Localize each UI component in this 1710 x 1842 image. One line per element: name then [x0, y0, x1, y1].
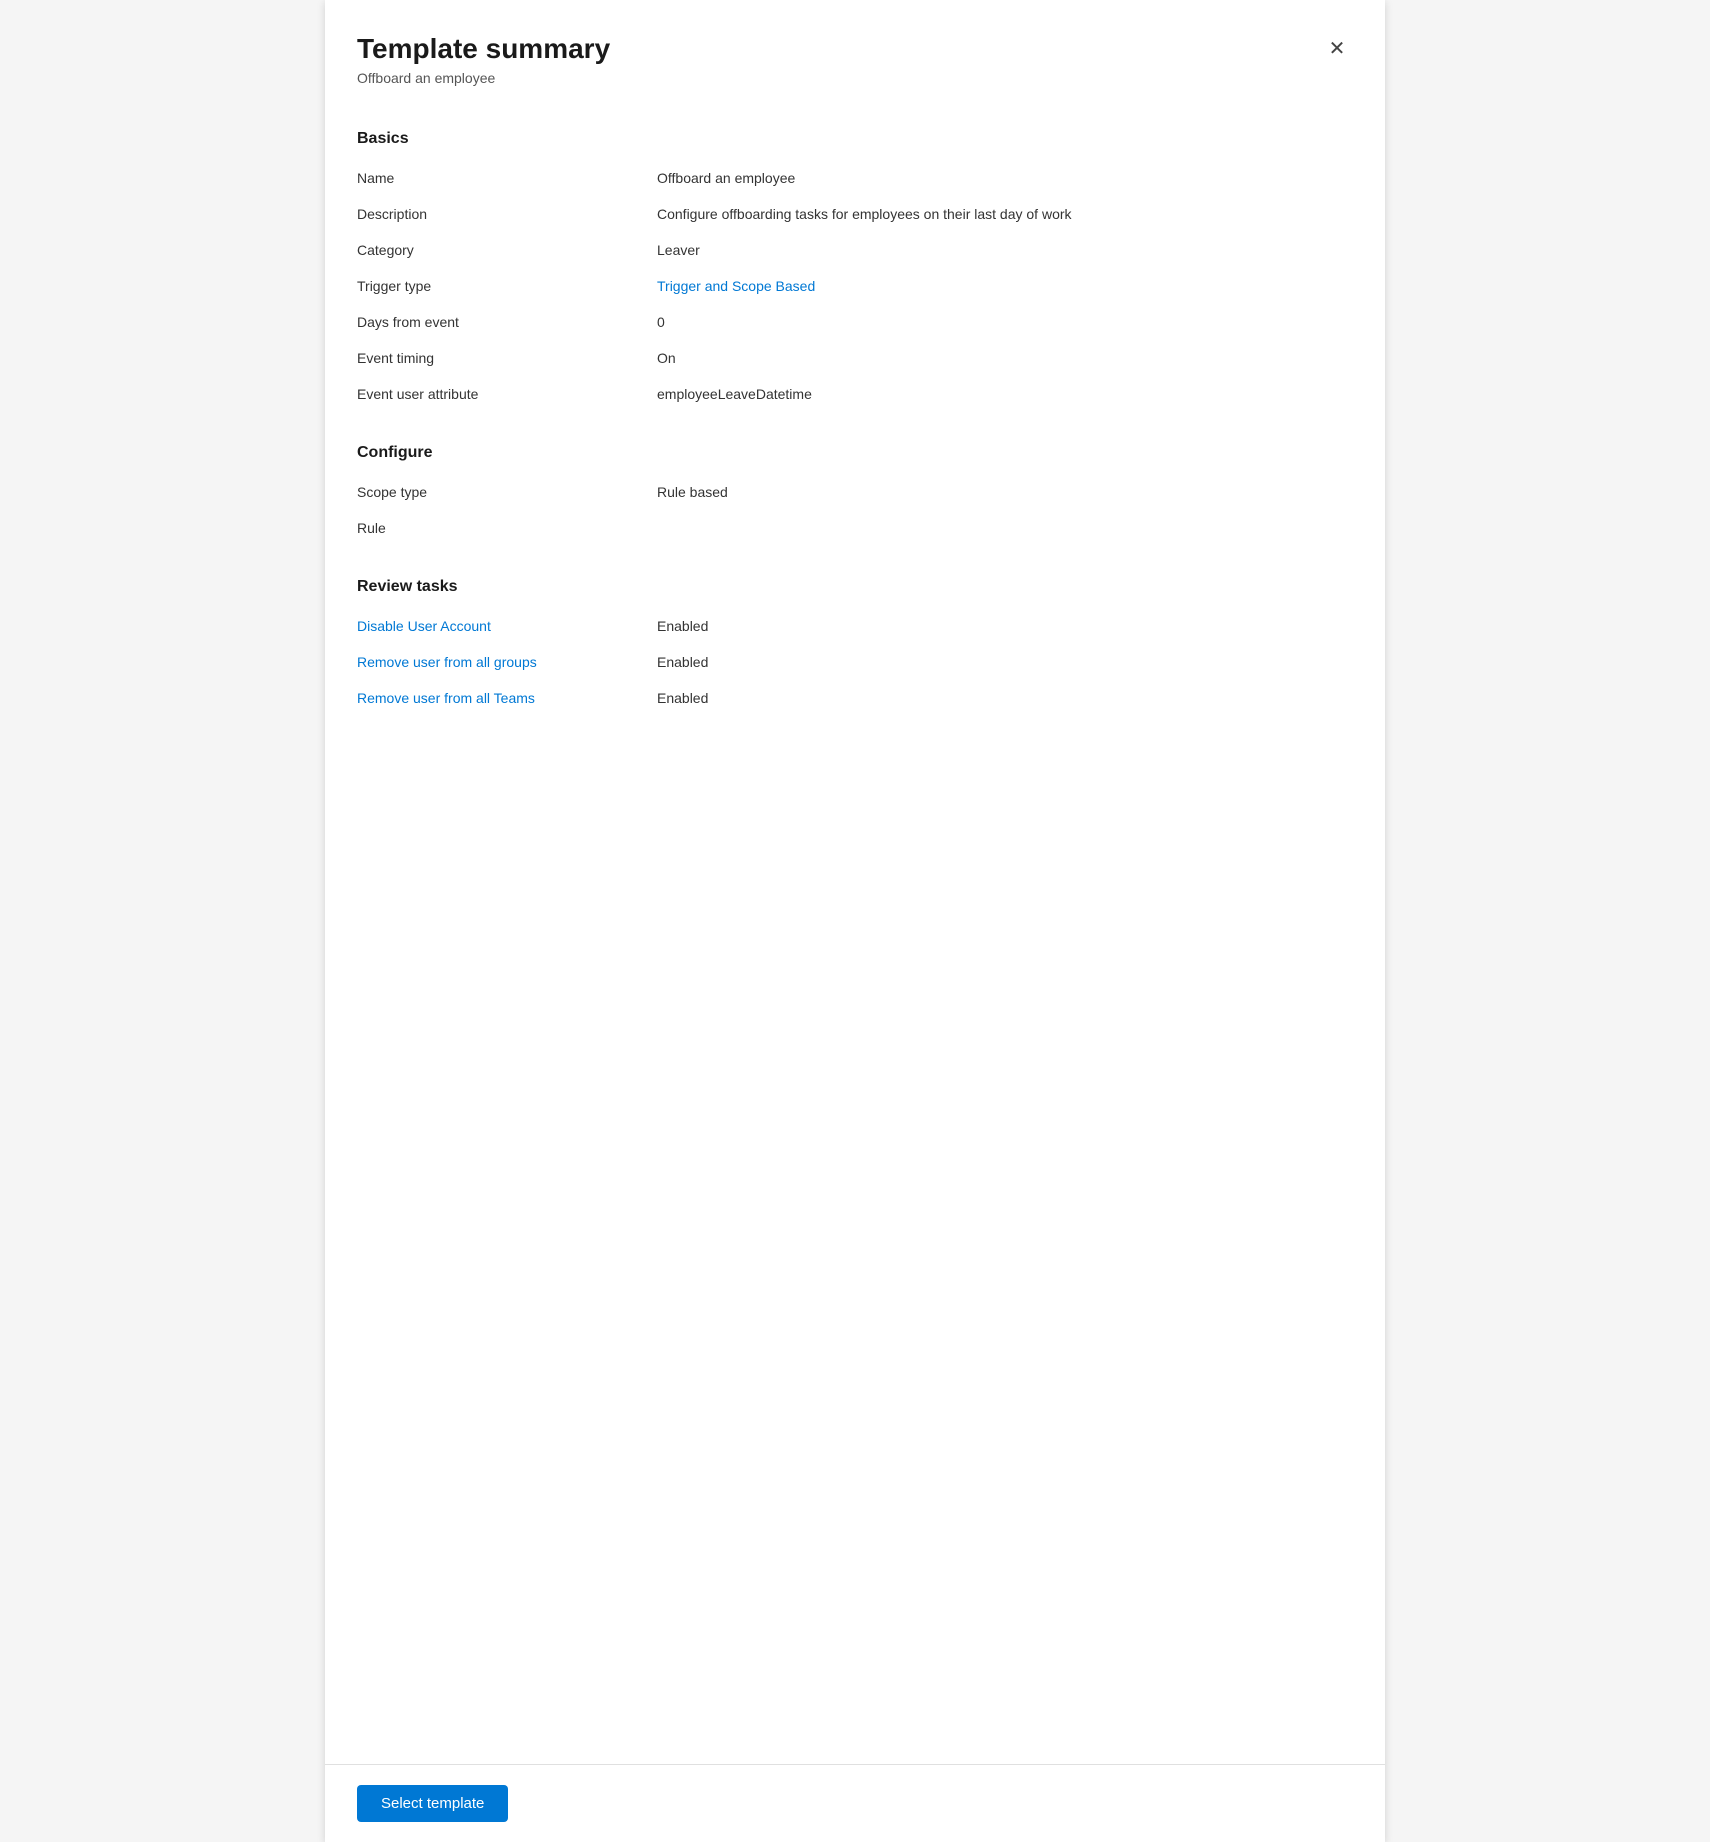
basics-section: Basics Name Offboard an employee Descrip… — [357, 130, 1353, 416]
field-value-remove-from-teams: Enabled — [657, 688, 1353, 706]
remove-from-groups-link[interactable]: Remove user from all groups — [357, 654, 537, 670]
field-label-rule: Rule — [357, 518, 657, 536]
configure-section-title: Configure — [357, 444, 1353, 462]
field-value-event-timing: On — [657, 348, 1353, 366]
field-label-description: Description — [357, 204, 657, 222]
disable-user-account-link[interactable]: Disable User Account — [357, 618, 491, 634]
field-row-remove-from-groups: Remove user from all groups Enabled — [357, 648, 1353, 684]
field-value-name: Offboard an employee — [657, 168, 1353, 186]
panel-subtitle: Offboard an employee — [357, 70, 1345, 86]
panel-content: Basics Name Offboard an employee Descrip… — [325, 106, 1385, 1764]
field-row-scope-type: Scope type Rule based — [357, 478, 1353, 514]
field-row-trigger-type: Trigger type Trigger and Scope Based — [357, 272, 1353, 308]
field-label-days-from-event: Days from event — [357, 312, 657, 330]
basics-section-title: Basics — [357, 130, 1353, 148]
review-tasks-section-title: Review tasks — [357, 578, 1353, 596]
field-row-name: Name Offboard an employee — [357, 164, 1353, 200]
field-value-scope-type: Rule based — [657, 482, 1353, 500]
field-label-remove-from-teams: Remove user from all Teams — [357, 688, 657, 706]
field-value-days-from-event: 0 — [657, 312, 1353, 330]
panel-header: Template summary Offboard an employee ✕ — [325, 0, 1385, 106]
field-row-event-user-attribute: Event user attribute employeeLeaveDateti… — [357, 380, 1353, 416]
field-value-remove-from-groups: Enabled — [657, 652, 1353, 670]
field-value-rule — [657, 518, 1353, 520]
configure-section: Configure Scope type Rule based Rule — [357, 444, 1353, 550]
panel-footer: Select template — [325, 1764, 1385, 1842]
field-value-description: Configure offboarding tasks for employee… — [657, 204, 1353, 222]
field-label-trigger-type: Trigger type — [357, 276, 657, 294]
field-label-category: Category — [357, 240, 657, 258]
select-template-button[interactable]: Select template — [357, 1785, 508, 1822]
field-label-event-user-attribute: Event user attribute — [357, 384, 657, 402]
field-row-event-timing: Event timing On — [357, 344, 1353, 380]
field-value-event-user-attribute: employeeLeaveDatetime — [657, 384, 1353, 402]
panel-title: Template summary — [357, 32, 1345, 66]
field-label-remove-from-groups: Remove user from all groups — [357, 652, 657, 670]
field-row-disable-user-account: Disable User Account Enabled — [357, 612, 1353, 648]
field-label-event-timing: Event timing — [357, 348, 657, 366]
field-row-days-from-event: Days from event 0 — [357, 308, 1353, 344]
field-row-rule: Rule — [357, 514, 1353, 550]
field-label-scope-type: Scope type — [357, 482, 657, 500]
field-label-name: Name — [357, 168, 657, 186]
field-value-trigger-type: Trigger and Scope Based — [657, 276, 1353, 294]
field-row-category: Category Leaver — [357, 236, 1353, 272]
template-summary-panel: Template summary Offboard an employee ✕ … — [325, 0, 1385, 1842]
field-row-remove-from-teams: Remove user from all Teams Enabled — [357, 684, 1353, 720]
field-label-disable-user-account: Disable User Account — [357, 616, 657, 634]
field-value-disable-user-account: Enabled — [657, 616, 1353, 634]
remove-from-teams-link[interactable]: Remove user from all Teams — [357, 690, 535, 706]
field-row-description: Description Configure offboarding tasks … — [357, 200, 1353, 236]
field-value-category: Leaver — [657, 240, 1353, 258]
close-button[interactable]: ✕ — [1321, 32, 1353, 64]
review-tasks-section: Review tasks Disable User Account Enable… — [357, 578, 1353, 720]
